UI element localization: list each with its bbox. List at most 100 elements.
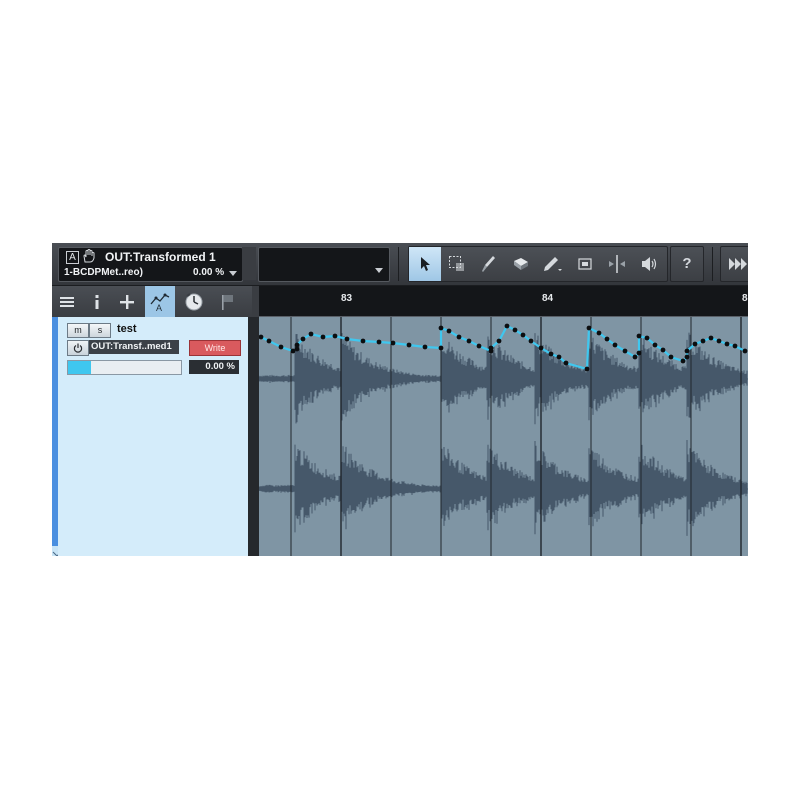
automation-point[interactable]	[604, 336, 610, 342]
automation-point[interactable]	[652, 342, 658, 348]
automation-point[interactable]	[406, 342, 412, 348]
automation-mode-label[interactable]: A	[66, 251, 79, 264]
automation-point[interactable]	[644, 335, 650, 341]
automation-point[interactable]	[700, 338, 706, 344]
automation-point[interactable]	[300, 336, 306, 342]
solo-button[interactable]: s	[89, 323, 111, 338]
automation-point[interactable]	[422, 344, 428, 350]
automation-point[interactable]	[596, 330, 602, 336]
automation-point[interactable]	[586, 325, 592, 331]
automation-point[interactable]	[622, 348, 628, 354]
transport-button[interactable]	[720, 246, 748, 282]
automation-point[interactable]	[344, 336, 350, 342]
automation-point[interactable]	[660, 347, 666, 353]
automation-point[interactable]	[332, 333, 338, 339]
automation-point[interactable]	[266, 338, 272, 344]
marker-button[interactable]	[212, 286, 242, 317]
parameter-selector[interactable]	[258, 247, 390, 282]
arrow-icon	[421, 257, 430, 271]
automation-point[interactable]	[584, 366, 590, 372]
automation-view-button[interactable]: A	[145, 286, 175, 317]
automation-point[interactable]	[456, 334, 462, 340]
track-header: m s test OUT:Transf..med1 Write 0.00 %	[58, 317, 248, 556]
tempo-button[interactable]	[179, 286, 209, 317]
edit-tools	[408, 246, 668, 282]
automation-point[interactable]	[548, 351, 554, 357]
automation-point[interactable]	[742, 348, 748, 354]
automation-point[interactable]	[556, 354, 562, 360]
track-list-button[interactable]	[52, 286, 82, 317]
automation-point[interactable]	[684, 348, 690, 354]
bend-tool-button[interactable]	[601, 247, 633, 281]
automation-icon: A	[150, 293, 170, 312]
clock-icon	[185, 292, 203, 310]
automation-point[interactable]	[563, 360, 569, 366]
hand-icon[interactable]	[81, 249, 97, 263]
automation-point[interactable]	[636, 350, 642, 356]
automation-point[interactable]	[512, 327, 518, 333]
automation-display[interactable]: A OUT:Transformed 1 1-BCDPMet..reo) 0.00…	[58, 247, 243, 282]
automation-point[interactable]	[632, 354, 638, 360]
add-track-button[interactable]	[112, 286, 142, 317]
automation-track-name: 1-BCDPMet..reo)	[64, 267, 143, 278]
automation-point[interactable]	[716, 338, 722, 344]
automation-point[interactable]	[446, 328, 452, 334]
automation-point[interactable]	[538, 345, 544, 351]
automation-point[interactable]	[438, 345, 444, 351]
automation-value[interactable]: 0.00 %	[193, 267, 224, 278]
automation-point[interactable]	[390, 340, 396, 346]
automation-parameter-field[interactable]: OUT:Transf..med1	[89, 340, 179, 354]
automation-point[interactable]	[668, 354, 674, 360]
level-value[interactable]: 0.00 %	[189, 360, 239, 374]
mute-button[interactable]: m	[67, 323, 89, 338]
automation-point[interactable]	[308, 331, 314, 337]
automation-point[interactable]	[360, 338, 366, 344]
automation-point[interactable]	[520, 332, 526, 338]
automation-point[interactable]	[612, 342, 618, 348]
automation-point[interactable]	[466, 338, 472, 344]
eraser-tool-button[interactable]	[505, 247, 537, 281]
automation-point[interactable]	[476, 343, 482, 349]
value-dropdown-icon[interactable]	[229, 271, 237, 276]
help-button[interactable]: ?	[670, 246, 704, 282]
automation-point[interactable]	[692, 341, 698, 347]
chevron-down-icon[interactable]	[375, 268, 383, 273]
bar-number: 84	[542, 293, 554, 304]
automation-point[interactable]	[294, 342, 300, 348]
power-icon	[73, 343, 83, 353]
automation-point[interactable]	[320, 334, 326, 340]
automation-point[interactable]	[528, 338, 534, 344]
automation-point[interactable]	[724, 341, 730, 347]
header-divider[interactable]	[248, 317, 259, 556]
plus-icon	[120, 294, 134, 309]
automation-point[interactable]	[684, 354, 690, 360]
paint-tool-button[interactable]	[537, 247, 569, 281]
automation-point[interactable]	[496, 338, 502, 344]
automation-point[interactable]	[278, 344, 284, 350]
toolbar: A OUT:Transformed 1 1-BCDPMet..reo) 0.00…	[52, 243, 748, 286]
timeline-ruler[interactable]: 83 84 8	[259, 286, 748, 317]
automation-enable-button[interactable]	[67, 340, 89, 356]
bar-number: 83	[341, 293, 353, 304]
automation-point[interactable]	[708, 335, 714, 341]
automation-point[interactable]	[438, 325, 444, 331]
listen-tool-button[interactable]	[633, 247, 665, 281]
split-tool-button[interactable]	[473, 247, 505, 281]
panel-grip[interactable]	[242, 247, 256, 280]
automation-lane[interactable]	[259, 317, 748, 556]
automation-point[interactable]	[636, 333, 642, 339]
automation-point[interactable]	[680, 358, 686, 364]
automation-point[interactable]	[732, 343, 738, 349]
automation-level-slider[interactable]	[67, 360, 182, 375]
automation-point[interactable]	[488, 345, 494, 351]
automation-point[interactable]	[504, 323, 510, 329]
inspector-button[interactable]	[82, 286, 112, 317]
mute-tool-button[interactable]	[569, 247, 601, 281]
automation-point[interactable]	[376, 339, 382, 345]
range-tool-button[interactable]	[441, 247, 473, 281]
mute-icon	[578, 258, 592, 270]
track-name[interactable]: test	[117, 323, 137, 335]
write-mode-button[interactable]: Write	[189, 340, 241, 356]
arrow-tool-button[interactable]	[409, 247, 441, 281]
bend-icon	[609, 255, 625, 273]
